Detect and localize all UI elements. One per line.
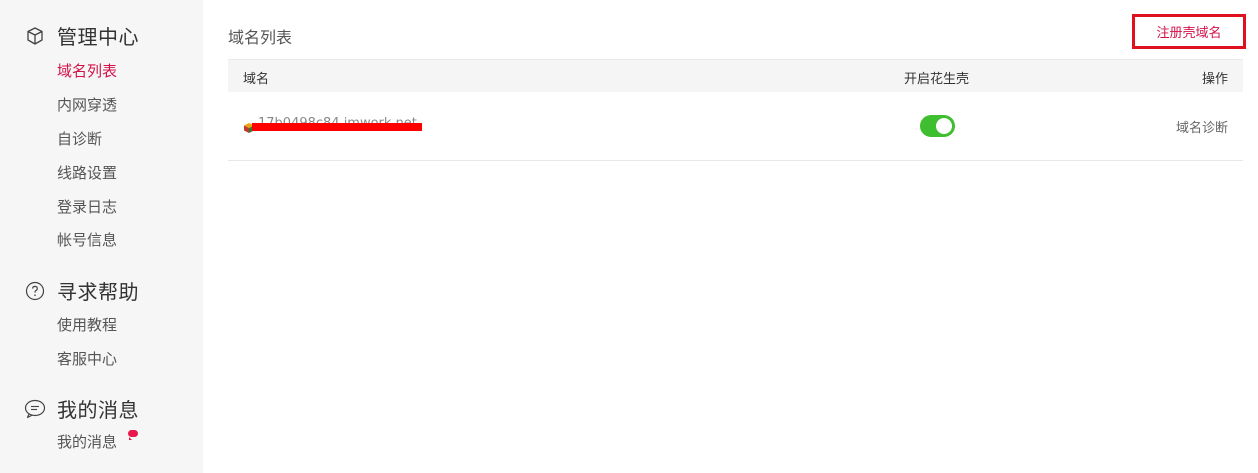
section-header-messages: 我的消息 [24,394,139,423]
message-bubble-icon [24,398,46,420]
column-header-action: 操作 [1201,72,1228,87]
page-title: 域名列表 [228,28,293,47]
sidebar-item-account-info[interactable]: 帐号信息 [57,229,117,250]
sidebar-item-tutorial[interactable]: 使用教程 [57,314,117,335]
sidebar-item-intranet-penetration[interactable]: 内网穿透 [57,94,117,115]
sidebar-item-domain-list[interactable]: 域名列表 [57,60,117,81]
sidebar-item-login-log[interactable]: 登录日志 [57,196,117,217]
sidebar-item-customer-service[interactable]: 客服中心 [57,348,117,369]
section-title: 我的消息 [57,398,139,422]
redaction-bar [252,123,422,131]
table-header: 域名 开启花生壳 操作 [228,59,1243,92]
domain-diagnosis-link[interactable]: 域名诊断 [1176,117,1228,136]
register-domain-button[interactable]: 注册壳域名 [1132,14,1246,49]
sidebar-item-my-messages[interactable]: 我的消息 [57,431,117,452]
section-title: 管理中心 [57,25,139,49]
column-header-domain: 域名 [243,72,270,87]
sidebar: 管理中心 域名列表 内网穿透 自诊断 线路设置 登录日志 帐号信息 寻求帮助 使… [0,0,203,473]
table-row: 17b0498c84.imwork.net 域名诊断 [228,92,1243,161]
cube-outline-icon [24,25,46,47]
toggle-knob [936,118,952,134]
section-title: 寻求帮助 [57,280,139,304]
unread-badge-icon [128,430,138,440]
sidebar-item-line-settings[interactable]: 线路设置 [57,162,117,183]
section-header-help: 寻求帮助 [24,276,139,305]
column-header-enable: 开启花生壳 [904,72,970,87]
enable-toggle[interactable] [920,115,955,137]
sidebar-item-self-diagnosis[interactable]: 自诊断 [57,128,102,149]
question-circle-icon [24,280,46,302]
section-header-management: 管理中心 [24,21,139,50]
